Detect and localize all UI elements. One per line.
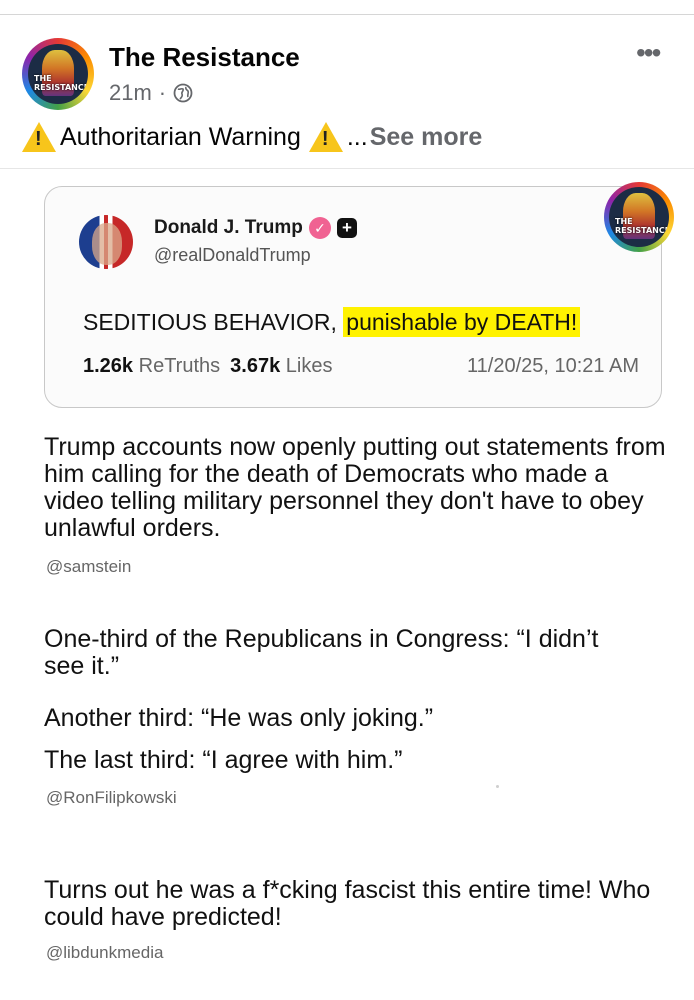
likes-count: 3.67k	[230, 355, 281, 377]
verified-badge-icon: ✓	[309, 217, 331, 239]
page-name[interactable]: The Resistance	[109, 42, 300, 73]
warning-icon: !	[22, 122, 56, 152]
more-options-icon[interactable]: •••	[636, 39, 661, 67]
author-name: Donald J. Trump	[154, 217, 303, 238]
truth-text-highlight: punishable by DEATH!	[343, 307, 581, 337]
resistance-watermark: THE RESISTANCE	[604, 182, 674, 252]
author-portrait	[92, 223, 122, 265]
avatar-logo-text: THE RESISTANCE	[34, 74, 88, 92]
globe-icon	[173, 83, 193, 103]
caption-text: Authoritarian Warning	[60, 122, 301, 151]
quote-handle-3: @libdunkmedia	[46, 943, 164, 962]
likes-label: Likes	[285, 355, 333, 377]
truth-text-main: SEDITIOUS BEHAVIOR,	[83, 309, 344, 335]
quote-text-2b: Another third: “He was only joking.”	[44, 704, 434, 732]
truth-datetime: 11/20/25, 10:21 AM	[467, 355, 639, 377]
post-time[interactable]: 21m	[109, 80, 152, 106]
truth-social-card: Donald J. Trump ✓ + @realDonaldTrump SED…	[44, 186, 662, 408]
liberty-logo: THE RESISTANCE	[28, 44, 88, 104]
see-more-link[interactable]: See more	[370, 123, 483, 152]
stray-dot	[496, 785, 499, 788]
warning-icon: !	[308, 122, 343, 152]
quote-text-2c: The last third: “I agree with him.”	[44, 746, 403, 774]
author-handle: @realDonaldTrump	[154, 245, 311, 265]
quote-text-1: Trump accounts now openly putting out st…	[44, 433, 666, 542]
quote-handle-1: @samstein	[46, 557, 132, 576]
truth-text: SEDITIOUS BEHAVIOR, punishable by DEATH!	[83, 307, 581, 337]
post-caption: ! Authoritarian Warning ! ... See more	[22, 122, 482, 152]
post-meta: 21m ·	[109, 80, 193, 106]
quote-handle-2: @RonFilipkowski	[46, 788, 177, 807]
page-avatar[interactable]: THE RESISTANCE	[22, 38, 94, 110]
retruths-count: 1.26k	[83, 355, 134, 377]
top-divider	[0, 14, 694, 15]
watermark-logo-text: THE RESISTANCE	[615, 217, 669, 235]
retruths-label: ReTruths	[138, 355, 221, 377]
meta-separator: ·	[158, 80, 167, 105]
quote-text-3: Turns out he was a f*cking fascist this …	[44, 876, 651, 931]
watermark-logo: THE RESISTANCE	[609, 187, 669, 247]
quote-text-2a: One-third of the Republicans in Congress…	[44, 625, 599, 680]
caption-ellipsis: ...	[346, 122, 368, 151]
author-avatar	[79, 215, 133, 269]
plus-badge-icon: +	[337, 218, 357, 238]
image-divider	[0, 168, 694, 169]
truth-stats: 1.26k ReTruths 3.67k Likes	[83, 355, 332, 378]
